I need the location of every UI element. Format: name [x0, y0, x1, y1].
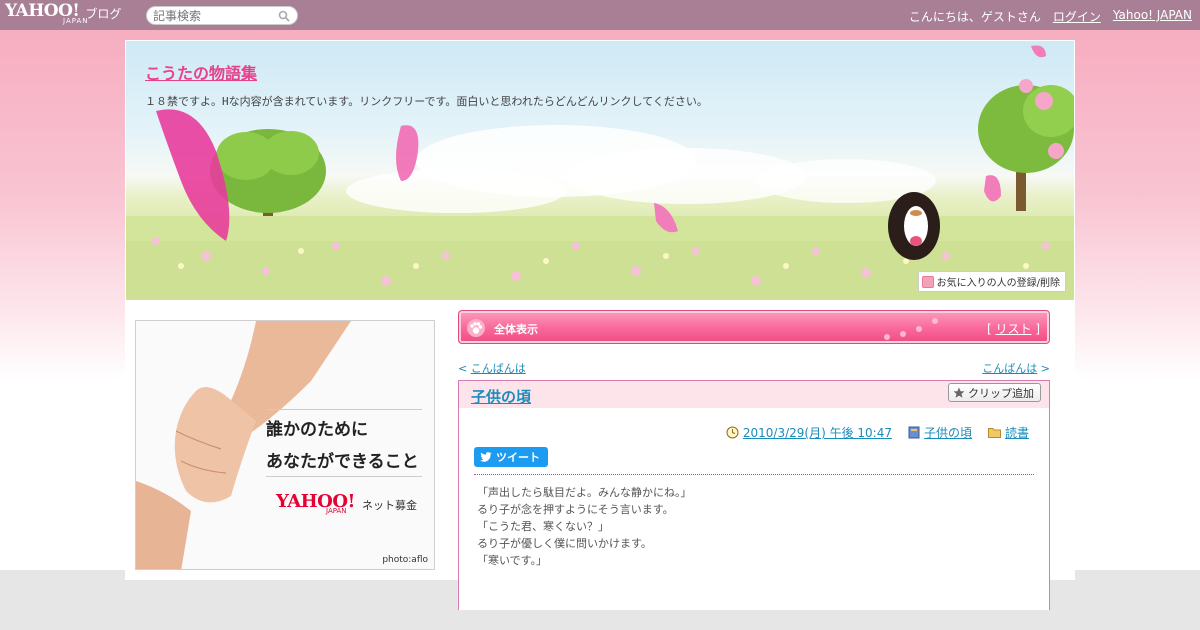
clip-add-label: クリップ追加	[968, 386, 1034, 400]
flower-field-illustration	[126, 45, 1074, 300]
article-line: 「こうた君、寒くない？」	[477, 520, 609, 533]
list-bracket-close: ]	[1035, 322, 1040, 336]
article-meta: 2010/3/29(月) 午後 10:47 子供の頃 読書	[726, 424, 1029, 441]
yahoo-logo-sub: JAPAN	[63, 17, 89, 25]
blog-logo-text: ブログ	[85, 7, 122, 21]
next-arrow: >	[1040, 362, 1050, 375]
heart-icon	[921, 275, 934, 288]
ad-rule-bottom	[266, 476, 422, 477]
article-date-link[interactable]: 2010/3/29(月) 午後 10:47	[743, 424, 892, 441]
clip-add-button[interactable]: クリップ追加	[948, 383, 1041, 402]
list-bracket-open: [	[986, 322, 992, 336]
ad-donation-label: ネット募金	[362, 499, 417, 512]
login-link[interactable]: ログイン	[1053, 8, 1101, 25]
article-category-link[interactable]: 子供の頃	[924, 424, 972, 441]
donation-ad-banner[interactable]: 誰かのために あなたができること YAHOO! JAPAN ネット募金 phot…	[135, 320, 435, 570]
folder-icon	[987, 428, 1001, 438]
ad-photo-credit: photo:aflo	[382, 555, 428, 565]
next-article: こんばんは >	[982, 360, 1050, 376]
section-title: 全体表示	[494, 323, 538, 336]
star-icon	[953, 387, 965, 398]
article-line: 「声出したら駄目だよ。みんな静かにね。」	[477, 486, 692, 499]
article-date: 2010/3/29(月) 午後 10:47	[726, 424, 892, 441]
blog-header-banner: こうたの物語集 １８禁ですよ。Hな内容が含まれています。リンクフリーです。面白い…	[126, 41, 1074, 300]
favorite-register-label: お気に入りの人の登録/削除	[936, 278, 1060, 289]
article-theme-link[interactable]: 読書	[1005, 424, 1029, 441]
blog-title-link[interactable]: こうたの物語集	[145, 60, 257, 84]
list-view-toggle: [ リスト ]	[987, 320, 1040, 337]
blog-description: １８禁ですよ。Hな内容が含まれています。リンクフリーです。面白いと思われたらどん…	[145, 95, 708, 108]
search-box	[146, 6, 298, 25]
next-article-link[interactable]: こんばんは	[982, 362, 1037, 375]
article-title-link[interactable]: 子供の頃	[471, 386, 531, 407]
prev-article-link[interactable]: こんばんは	[471, 362, 526, 375]
clock-icon	[726, 426, 739, 439]
twitter-bird-icon	[480, 452, 492, 462]
handshake-illustration	[136, 321, 351, 569]
favorite-register-button[interactable]: お気に入りの人の登録/削除	[917, 271, 1066, 292]
tweet-button[interactable]: ツイート	[474, 447, 548, 467]
article-body: 「声出したら駄目だよ。みんな静かにね。」 るり子が念を押すようにそう言います。 …	[477, 484, 692, 569]
ad-yahoo-logo-sub: JAPAN	[326, 507, 347, 515]
article-header: 子供の頃 クリップ追加	[459, 381, 1049, 408]
greeting-text: こんにちは、ゲストさん	[908, 10, 1041, 24]
article-divider	[474, 474, 1034, 475]
article-theme: 読書	[987, 424, 1029, 441]
section-header: 全体表示 [ リスト ]	[458, 310, 1050, 344]
masthead: YAHOO! JAPAN ブログ こんにちは、ゲストさん ログイン Yahoo!…	[0, 0, 1200, 30]
article-line: るり子が念を押すようにそう言います。	[477, 503, 674, 516]
search-input[interactable]	[153, 8, 273, 23]
ad-headline-2: あなたができること	[266, 452, 419, 472]
blog-container: こうたの物語集 １８禁ですよ。Hな内容が含まれています。リンクフリーです。面白い…	[125, 40, 1075, 610]
list-view-link[interactable]: リスト	[995, 322, 1031, 336]
prev-arrow: <	[458, 362, 468, 375]
ad-headline-1: 誰かのために	[266, 420, 368, 440]
paw-icon	[467, 319, 485, 337]
article-line: るり子が優しく僕に問いかけます。	[477, 537, 652, 550]
ad-rule-top	[266, 409, 422, 410]
paw-decoration-icon	[884, 318, 938, 340]
yahoo-blog-logo[interactable]: YAHOO! JAPAN ブログ	[5, 3, 121, 27]
article-line: 「寒いです。」	[477, 554, 548, 567]
prev-article: < こんばんは	[458, 360, 526, 376]
yahoo-japan-link[interactable]: Yahoo! JAPAN	[1113, 8, 1192, 25]
tweet-label: ツイート	[496, 451, 540, 464]
article-category: 子供の頃	[908, 424, 972, 441]
user-nav: こんにちは、ゲストさん ログイン Yahoo! JAPAN	[909, 8, 1192, 25]
search-icon[interactable]	[278, 10, 290, 22]
article-entry: 子供の頃 クリップ追加 2010/3/29(月) 午後 10:47 子供の頃 読…	[458, 380, 1050, 610]
book-icon	[908, 426, 920, 439]
